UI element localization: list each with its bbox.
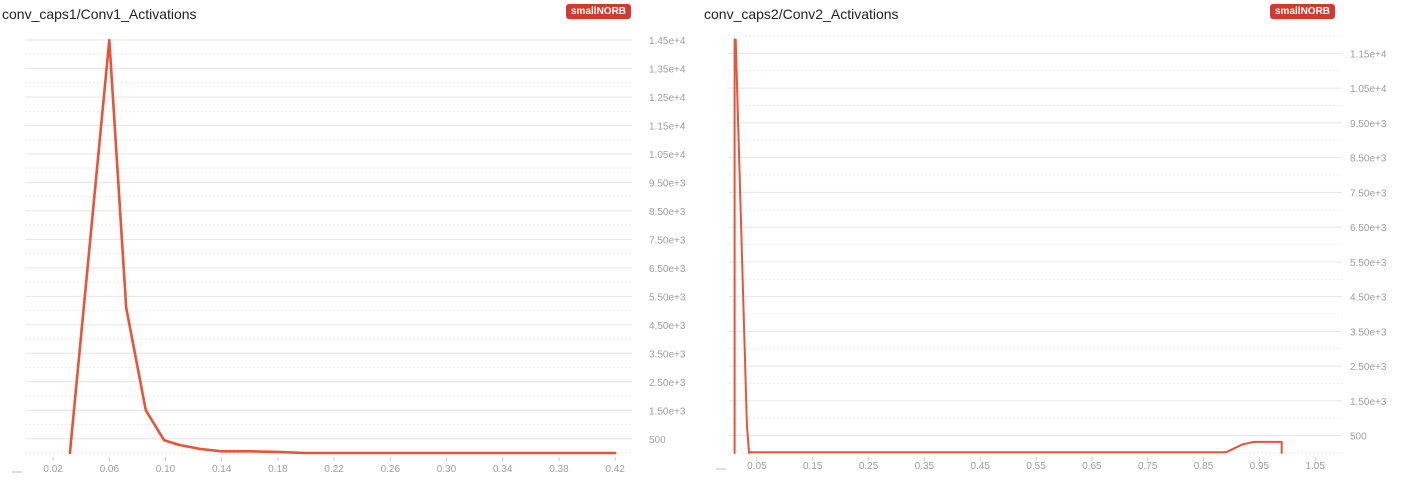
y-tick-label: 1.15e+4 <box>1350 49 1387 60</box>
x-tick-label: 0.02 <box>43 464 63 475</box>
x-tick-label: 0.55 <box>1026 461 1046 472</box>
x-tick-label: 0.25 <box>859 461 879 472</box>
x-tick-label: 0.38 <box>549 464 569 475</box>
x-tick-label: 0.26 <box>381 464 401 475</box>
x-tick-label: 0.06 <box>100 464 120 475</box>
chart-title-conv2: conv_caps2/Conv2_Activations <box>704 6 899 22</box>
chart-conv1-activations: 500 1.50e+3 2.50e+3 3.50e+3 4.50e+3 5.50e+3 6.… <box>12 36 686 475</box>
x-tick-label: 0.45 <box>970 461 990 472</box>
x-tick-label: 0.42 <box>605 464 625 475</box>
series-line <box>733 38 1283 454</box>
y-tick-label: 1.05e+4 <box>649 150 686 161</box>
chart-conv2-activations: 500 1.50e+3 2.50e+3 3.50e+3 4.50e+3 5.50e+3 6.… <box>716 35 1387 472</box>
y-tick-label: 2.50e+3 <box>649 378 686 389</box>
chart-panel-conv2: 500 1.50e+3 2.50e+3 3.50e+3 4.50e+3 5.50e+3 6.… <box>700 0 1420 484</box>
x-tick-label: 0.14 <box>212 464 232 475</box>
y-tick-label: 1.45e+4 <box>649 36 686 47</box>
y-tick-label: 7.50e+3 <box>649 235 686 246</box>
y-tick-label: 1.35e+4 <box>649 64 686 75</box>
chart-panel-conv1: 500 1.50e+3 2.50e+3 3.50e+3 4.50e+3 5.50e+3 6.… <box>0 0 700 484</box>
x-tick-label: 0.95 <box>1250 461 1270 472</box>
y-tick-label: 1.05e+4 <box>1350 84 1387 95</box>
y-tick-label: 4.50e+3 <box>1350 293 1387 304</box>
x-tick-label: 0.05 <box>747 461 767 472</box>
run-tag-badge-conv1[interactable]: smallNORB <box>566 4 632 19</box>
y-tick-label: 6.50e+3 <box>649 264 686 275</box>
y-tick-label: 8.50e+3 <box>1350 154 1387 165</box>
x-tick-label: 0.30 <box>437 464 457 475</box>
x-tick-label: 0.10 <box>156 464 176 475</box>
y-tick-label: 5.50e+3 <box>649 292 686 303</box>
y-tick-label: 4.50e+3 <box>649 321 686 332</box>
y-tick-label: 5.50e+3 <box>1350 258 1387 269</box>
y-tick-label: 9.50e+3 <box>1350 119 1387 130</box>
x-tick-label: 0.85 <box>1194 461 1214 472</box>
x-tick-label: 0.15 <box>803 461 823 472</box>
y-tick-label: 500 <box>1350 432 1367 443</box>
x-tick-label: 0.65 <box>1082 461 1102 472</box>
y-tick-label: 500 <box>649 435 666 446</box>
y-tick-label: 8.50e+3 <box>649 207 686 218</box>
x-tick-label: 0.18 <box>268 464 288 475</box>
chart-title-conv1: conv_caps1/Conv1_Activations <box>2 6 197 22</box>
y-tick-label: 3.50e+3 <box>1350 327 1387 338</box>
y-tick-label: 3.50e+3 <box>649 349 686 360</box>
x-tick-label: 0.75 <box>1138 461 1158 472</box>
y-tick-label: 2.50e+3 <box>1350 362 1387 373</box>
run-tag-badge-conv2[interactable]: smallNORB <box>1270 4 1336 19</box>
series-line <box>68 38 617 455</box>
y-tick-label: 9.50e+3 <box>649 178 686 189</box>
x-tick-label: 0.34 <box>493 464 513 475</box>
x-tick-label: 1.05 <box>1305 461 1325 472</box>
y-tick-label: 7.50e+3 <box>1350 188 1387 199</box>
y-tick-label: 1.15e+4 <box>649 121 686 132</box>
x-tick-label: 0.22 <box>324 464 344 475</box>
y-tick-label: 6.50e+3 <box>1350 223 1387 234</box>
x-tick-label: 0.35 <box>915 461 935 472</box>
y-tick-label: 1.25e+4 <box>649 93 686 104</box>
y-tick-label: 1.50e+3 <box>1350 397 1387 408</box>
y-tick-label: 1.50e+3 <box>649 406 686 417</box>
